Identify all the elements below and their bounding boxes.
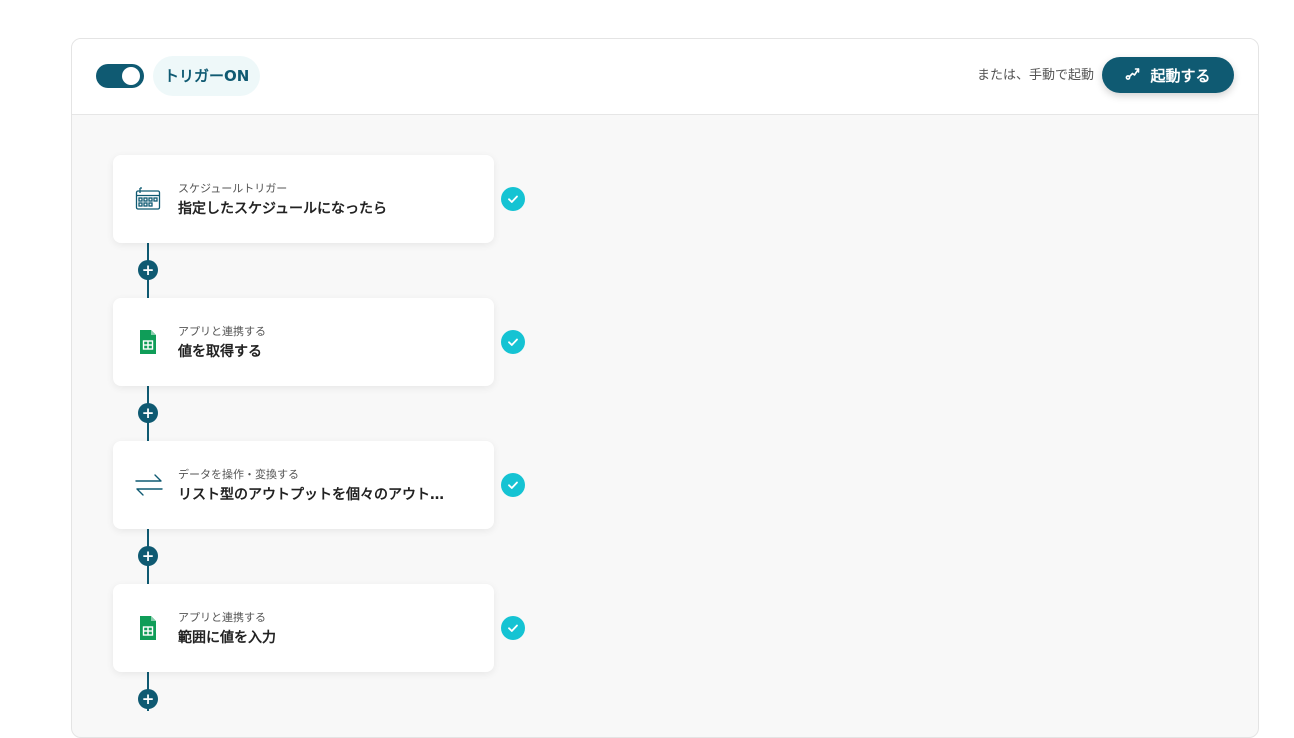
trigger-toggle[interactable]: [96, 64, 144, 88]
step-title: リスト型のアウトプットを個々のアウトプットに変換する: [178, 487, 450, 503]
step-card-set-range-values[interactable]: アプリと連携する 範囲に値を入力: [113, 584, 494, 672]
start-button-label: 起動する: [1150, 66, 1211, 85]
google-sheets-icon: [135, 615, 161, 641]
toggle-knob: [122, 67, 140, 85]
add-step-button[interactable]: +: [138, 403, 158, 423]
add-step-button[interactable]: +: [138, 689, 158, 709]
add-step-button[interactable]: +: [138, 546, 158, 566]
google-sheets-icon: [135, 329, 161, 355]
check-icon: [501, 616, 525, 640]
flow-canvas: スケジュールトリガー 指定したスケジュールになったら + アプリと連携する 値を…: [72, 115, 1258, 737]
flow-header: トリガーON または、手動で起動 起動する: [72, 39, 1258, 115]
step-card-get-values[interactable]: アプリと連携する 値を取得する: [113, 298, 494, 386]
add-step-button[interactable]: +: [138, 260, 158, 280]
step-category-label: データを操作・変換する: [178, 468, 299, 481]
step-card-transform-data[interactable]: データを操作・変換する リスト型のアウトプットを個々のアウトプットに変換する: [113, 441, 494, 529]
step-title: 指定したスケジュールになったら: [178, 201, 388, 217]
check-icon: [501, 330, 525, 354]
check-icon: [501, 473, 525, 497]
step-title: 範囲に値を入力: [178, 630, 276, 646]
flow-panel: トリガーON または、手動で起動 起動する スケジュールトリガー 指定したスケジ…: [71, 38, 1259, 738]
step-category-label: スケジュールトリガー: [178, 182, 288, 195]
trigger-status-badge: トリガーON: [153, 56, 261, 96]
step-category-label: アプリと連携する: [178, 611, 266, 624]
step-title: 値を取得する: [178, 344, 262, 360]
manual-start-label: または、手動で起動: [976, 68, 1094, 83]
step-category-label: アプリと連携する: [178, 325, 266, 338]
route-icon: [1125, 65, 1141, 85]
transform-arrows-icon: [135, 472, 163, 498]
calendar-icon: [135, 186, 161, 212]
step-card-schedule-trigger[interactable]: スケジュールトリガー 指定したスケジュールになったら: [113, 155, 494, 243]
start-button[interactable]: 起動する: [1102, 57, 1234, 93]
check-icon: [501, 187, 525, 211]
